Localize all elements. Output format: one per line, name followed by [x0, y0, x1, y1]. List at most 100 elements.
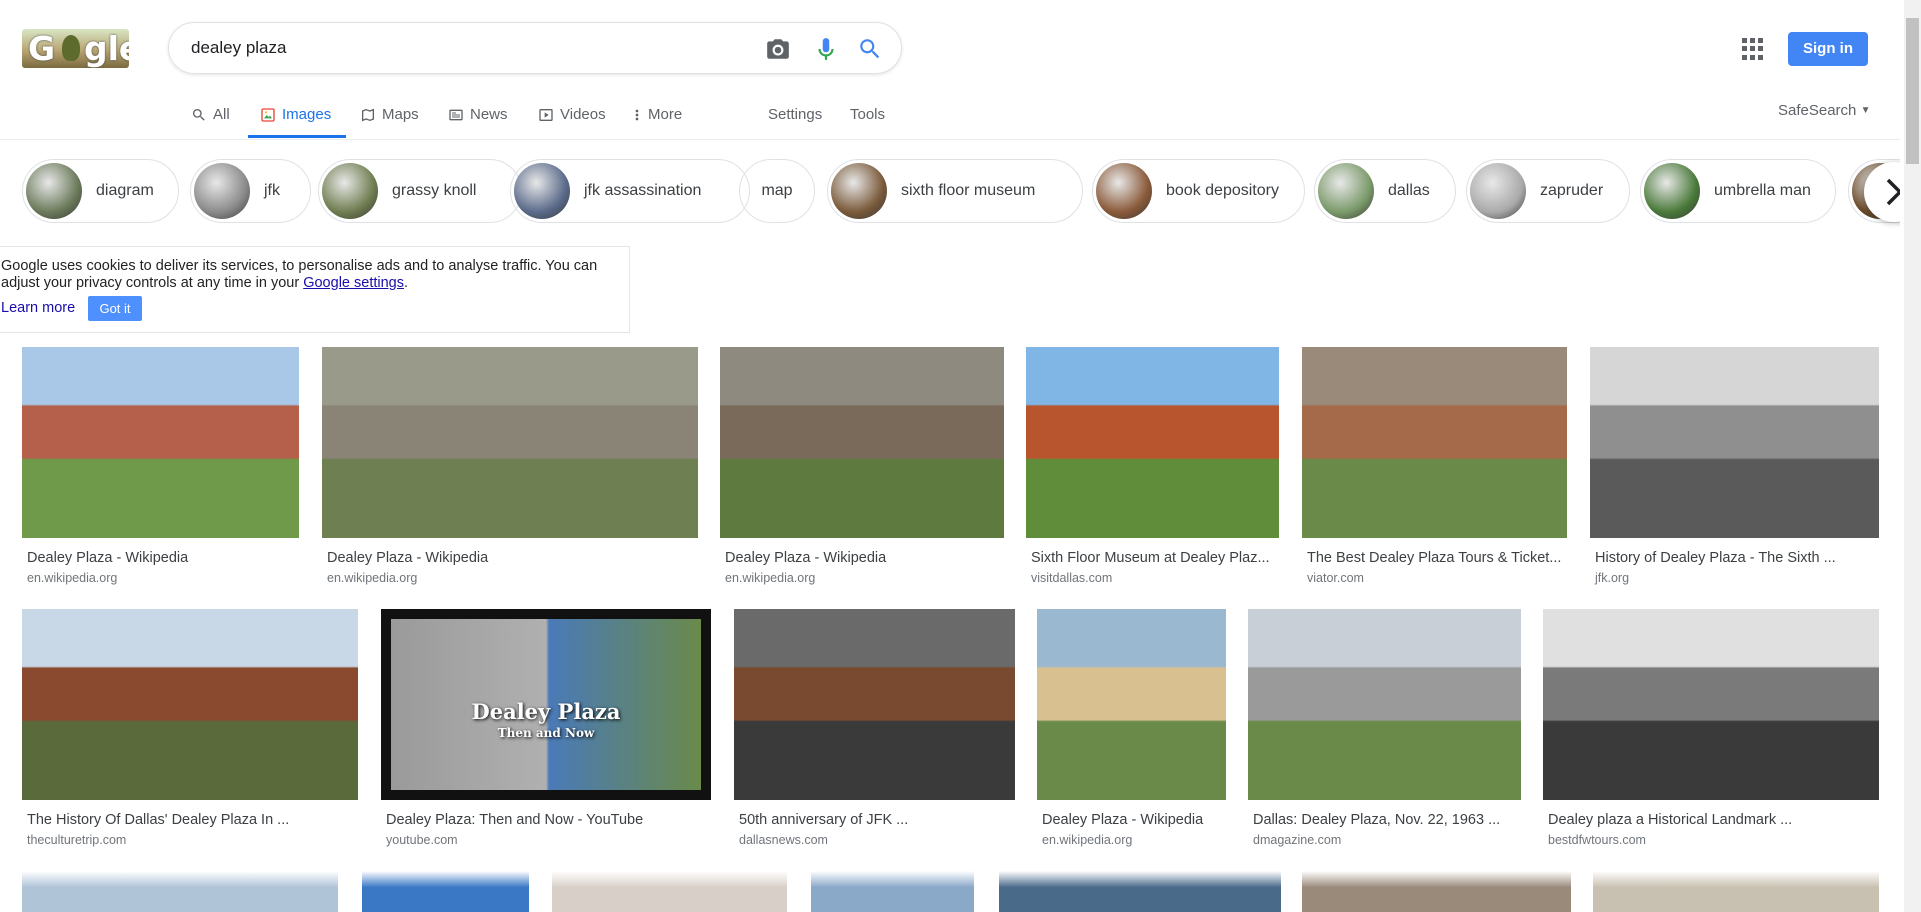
- chip-thumbnail: [1318, 163, 1374, 219]
- related-chip[interactable]: sixth floor museum: [827, 159, 1083, 223]
- result-source[interactable]: dmagazine.com: [1253, 833, 1341, 847]
- search-icon[interactable]: [857, 36, 883, 62]
- image-result[interactable]: Dallas: Dealey Plaza, Nov. 22, 1963 ... d…: [1248, 609, 1521, 860]
- chips-next-button[interactable]: [1864, 162, 1900, 222]
- image-result[interactable]: [22, 871, 338, 912]
- result-source[interactable]: en.wikipedia.org: [725, 571, 815, 585]
- result-title[interactable]: 50th anniversary of JFK ...: [739, 812, 1010, 828]
- image-result[interactable]: [999, 871, 1281, 912]
- image-result[interactable]: [552, 871, 787, 912]
- result-thumbnail[interactable]: [1037, 609, 1226, 800]
- search-icon: [193, 109, 205, 121]
- apps-grid-icon[interactable]: [1742, 38, 1764, 60]
- chip-thumbnail: [831, 163, 887, 219]
- result-title[interactable]: Dealey Plaza - Wikipedia: [27, 550, 294, 566]
- search-input[interactable]: dealey plaza: [191, 23, 286, 73]
- result-title[interactable]: Dallas: Dealey Plaza, Nov. 22, 1963 ...: [1253, 812, 1516, 828]
- related-chip[interactable]: book depository: [1092, 159, 1305, 223]
- image-result[interactable]: 50th anniversary of JFK ... dallasnews.co…: [734, 609, 1015, 860]
- result-source[interactable]: en.wikipedia.org: [327, 571, 417, 585]
- result-title[interactable]: The Best Dealey Plaza Tours & Ticket...: [1307, 550, 1562, 566]
- video-title-overlay: Dealey Plaza: [471, 699, 621, 724]
- result-title[interactable]: The History Of Dallas' Dealey Plaza In .…: [27, 812, 353, 828]
- result-title[interactable]: Dealey Plaza - Wikipedia: [725, 550, 999, 566]
- scrollbar-thumb[interactable]: [1906, 18, 1919, 164]
- chip-thumbnail: [26, 163, 82, 219]
- result-thumbnail[interactable]: [1248, 609, 1521, 800]
- result-source[interactable]: theculturetrip.com: [27, 833, 126, 847]
- result-source[interactable]: dallasnews.com: [739, 833, 828, 847]
- result-title[interactable]: Dealey Plaza - Wikipedia: [1042, 812, 1221, 828]
- result-source[interactable]: viator.com: [1307, 571, 1364, 585]
- result-source[interactable]: en.wikipedia.org: [27, 571, 117, 585]
- image-result[interactable]: [811, 871, 974, 912]
- result-thumbnail[interactable]: [1590, 347, 1879, 538]
- result-source[interactable]: youtube.com: [386, 833, 458, 847]
- result-thumbnail[interactable]: [22, 609, 358, 800]
- result-thumbnail[interactable]: [322, 347, 698, 538]
- got-it-button[interactable]: Got it: [88, 296, 142, 321]
- result-title[interactable]: Sixth Floor Museum at Dealey Plaz...: [1031, 550, 1274, 566]
- camera-icon[interactable]: [765, 36, 791, 62]
- related-chip[interactable]: jfk assassination: [510, 159, 750, 223]
- related-chip[interactable]: map: [739, 159, 815, 223]
- tools-link[interactable]: Tools: [850, 104, 885, 140]
- result-title[interactable]: Dealey plaza a Historical Landmark ...: [1548, 812, 1874, 828]
- image-result[interactable]: Dealey Plaza - Wikipedia en.wikipedia.org: [720, 347, 1004, 598]
- image-result[interactable]: Dealey plaza a Historical Landmark ... be…: [1543, 609, 1879, 860]
- image-result[interactable]: The Best Dealey Plaza Tours & Ticket... v…: [1302, 347, 1567, 598]
- related-chip[interactable]: diagram: [22, 159, 179, 223]
- result-source[interactable]: jfk.org: [1595, 571, 1629, 585]
- tab-videos[interactable]: Videos: [538, 104, 606, 140]
- related-chip[interactable]: umbrella man: [1640, 159, 1836, 223]
- tab-label: Videos: [560, 106, 606, 123]
- safesearch-label: SafeSearch: [1778, 102, 1857, 119]
- result-thumbnail[interactable]: Dealey Plaza Then and Now: [381, 609, 711, 800]
- result-source[interactable]: bestdfwtours.com: [1548, 833, 1646, 847]
- tab-news[interactable]: News: [448, 104, 508, 140]
- result-source[interactable]: visitdallas.com: [1031, 571, 1112, 585]
- image-result[interactable]: Sixth Floor Museum at Dealey Plaz... visi…: [1026, 347, 1279, 598]
- nav-divider: [0, 139, 1900, 140]
- safesearch-dropdown[interactable]: SafeSearch ▼: [1778, 102, 1870, 119]
- related-chip[interactable]: dallas: [1314, 159, 1456, 223]
- image-result[interactable]: History of Dealey Plaza - The Sixth ... j…: [1590, 347, 1879, 598]
- sign-in-button[interactable]: Sign in: [1788, 32, 1868, 66]
- tab-all[interactable]: All: [191, 104, 230, 140]
- chip-thumbnail: [1644, 163, 1700, 219]
- result-thumbnail[interactable]: [720, 347, 1004, 538]
- video-subtitle-overlay: Then and Now: [497, 726, 595, 740]
- tab-maps[interactable]: Maps: [360, 104, 419, 140]
- related-chip[interactable]: zapruder: [1466, 159, 1630, 223]
- result-thumbnail[interactable]: [1026, 347, 1279, 538]
- google-doodle-logo[interactable]: G gle: [22, 29, 129, 68]
- result-thumbnail[interactable]: [1543, 609, 1879, 800]
- result-title[interactable]: Dealey Plaza: Then and Now - YouTube: [386, 812, 706, 828]
- result-thumbnail[interactable]: [734, 609, 1015, 800]
- microphone-icon[interactable]: [813, 36, 839, 62]
- image-result[interactable]: The History Of Dallas' Dealey Plaza In .…: [22, 609, 358, 860]
- chip-thumbnail: [514, 163, 570, 219]
- result-thumbnail[interactable]: [22, 347, 299, 538]
- tab-more[interactable]: More: [634, 104, 682, 140]
- logo-letter: G: [28, 29, 56, 68]
- chip-label: dallas: [1388, 182, 1430, 199]
- learn-more-link[interactable]: Learn more: [1, 300, 75, 317]
- search-box[interactable]: dealey plaza: [168, 22, 902, 74]
- related-chip[interactable]: jfk: [190, 159, 311, 223]
- image-result[interactable]: [362, 871, 529, 912]
- result-title[interactable]: Dealey Plaza - Wikipedia: [327, 550, 693, 566]
- image-result[interactable]: [1302, 871, 1571, 912]
- result-thumbnail[interactable]: [1302, 347, 1567, 538]
- result-source[interactable]: en.wikipedia.org: [1042, 833, 1132, 847]
- image-result[interactable]: Dealey Plaza - Wikipedia en.wikipedia.org: [22, 347, 299, 598]
- settings-link[interactable]: Settings: [768, 104, 822, 140]
- image-result[interactable]: Dealey Plaza - Wikipedia en.wikipedia.org: [1037, 609, 1226, 860]
- doodle-figure: [62, 35, 80, 61]
- image-result[interactable]: Dealey Plaza - Wikipedia en.wikipedia.org: [322, 347, 698, 598]
- result-title[interactable]: History of Dealey Plaza - The Sixth ...: [1595, 550, 1874, 566]
- image-result[interactable]: Dealey Plaza Then and Now Dealey Plaza: Th…: [381, 609, 711, 860]
- related-chip[interactable]: grassy knoll: [318, 159, 522, 223]
- google-settings-link[interactable]: Google settings: [303, 275, 404, 291]
- image-result[interactable]: [1593, 871, 1879, 912]
